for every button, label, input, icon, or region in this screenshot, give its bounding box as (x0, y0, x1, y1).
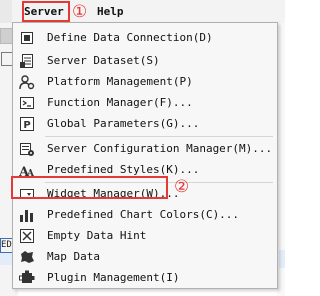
callout-box-widget-manager (11, 176, 168, 199)
menu-item-server-dataset[interactable]: Server Dataset(S) (13, 50, 277, 72)
menu-item-function-manager[interactable]: Function Manager(F)... (13, 92, 277, 114)
menu-item-predefined-chart-colors[interactable]: Predefined Chart Colors(C)... (13, 204, 277, 226)
empty-data-hint-icon (19, 228, 35, 244)
menu-item-label: Global Parameters(G)... (47, 117, 200, 130)
data-connection-icon (19, 30, 35, 46)
menu-item-label: Server Configuration Manager(M)... (47, 142, 273, 155)
menu-item-label: Plugin Management(I) (47, 271, 180, 284)
global-parameters-icon: P (19, 116, 35, 132)
menu-item-label: Predefined Chart Colors(C)... (47, 208, 240, 221)
callout-number-1: ① (72, 2, 88, 22)
server-configuration-icon (19, 141, 35, 157)
menu-item-platform-management[interactable]: Platform Management(P) (13, 71, 277, 93)
menu-item-map-data[interactable]: Map Data (13, 246, 277, 268)
server-dataset-icon (19, 53, 35, 69)
platform-management-icon (19, 74, 35, 90)
menubar-edge (0, 0, 12, 23)
callout-number-2: ② (174, 177, 190, 197)
menu-item-plugin-management[interactable]: Plugin Management(I) (13, 267, 277, 289)
svg-text:P: P (23, 120, 30, 131)
callout-box-server-menu (22, 1, 70, 22)
menu-item-label: Empty Data Hint (47, 229, 147, 242)
map-data-icon (19, 249, 35, 265)
server-dropdown-menu: Define Data Connection(D) Server Dataset… (12, 22, 278, 289)
menu-item-label: Platform Management(P) (47, 75, 193, 88)
menu-item-empty-data-hint[interactable]: Empty Data Hint (13, 225, 277, 247)
menu-item-define-data-connection[interactable]: Define Data Connection(D) (13, 27, 277, 49)
menu-item-global-parameters[interactable]: P Global Parameters(G)... (13, 113, 277, 135)
background-right-highlight (279, 250, 285, 268)
function-manager-icon (19, 95, 35, 111)
plugin-management-icon (19, 270, 35, 286)
menu-item-server-configuration-manager[interactable]: Server Configuration Manager(M)... (13, 138, 277, 160)
menu-item-label: Define Data Connection(D) (47, 31, 213, 44)
menu-separator (45, 136, 273, 137)
menu-item-label: Function Manager(F)... (47, 96, 193, 109)
menu-item-label: Map Data (47, 250, 100, 263)
menu-item-label: Server Dataset(S) (47, 54, 160, 67)
chart-colors-icon (19, 207, 35, 223)
menu-help[interactable]: Help (95, 4, 126, 19)
